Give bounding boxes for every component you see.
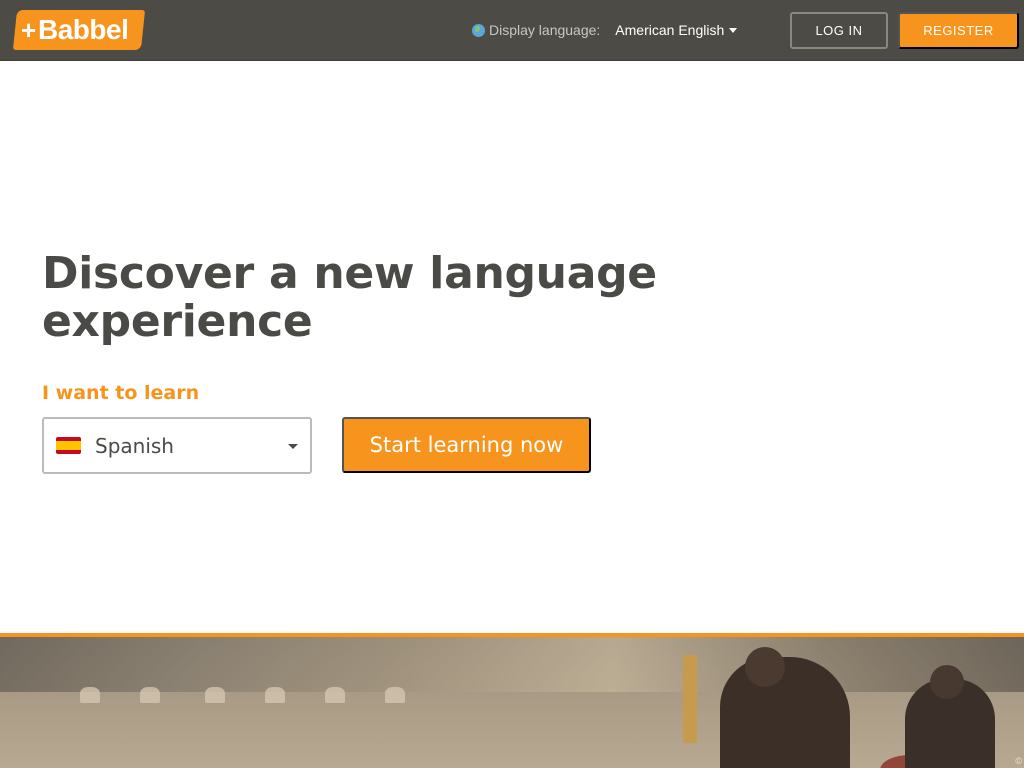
bollard [265,687,285,703]
register-button[interactable]: REGISTER [898,12,1019,49]
globe-icon [472,23,485,37]
display-language-value[interactable]: American English [615,22,724,38]
cyclist-figure [905,665,995,768]
photo-copyright: © [1015,756,1022,766]
logo-text: Babbel [38,14,129,45]
bollard [205,687,225,703]
selected-language: Spanish [95,433,174,458]
spain-flag-icon [56,437,81,454]
top-header: + Babbel Display language: American Engl… [0,0,1024,61]
bollard [140,687,160,703]
display-language-switcher[interactable]: Display language: American English [472,20,738,40]
chevron-down-icon[interactable] [288,444,298,449]
start-learning-button[interactable]: Start learning now [342,417,591,473]
street-road [0,692,1024,768]
chevron-down-icon[interactable] [729,28,738,33]
cyclist-figure [720,647,850,768]
babbel-logo[interactable]: + Babbel [12,10,146,50]
learn-language-label: I want to learn [42,382,200,404]
street-background [0,637,1024,692]
logo-plus: + [21,15,37,45]
page-title: Discover a new language experience [42,248,657,347]
bollard [385,687,405,703]
display-language-label: Display language: [489,22,601,38]
learn-language-select[interactable]: Spanish [42,417,312,474]
hero-photo: © [0,633,1024,768]
traffic-pole [683,655,697,743]
bollard [80,687,100,703]
login-button[interactable]: LOG IN [790,12,888,49]
bollard [325,687,345,703]
